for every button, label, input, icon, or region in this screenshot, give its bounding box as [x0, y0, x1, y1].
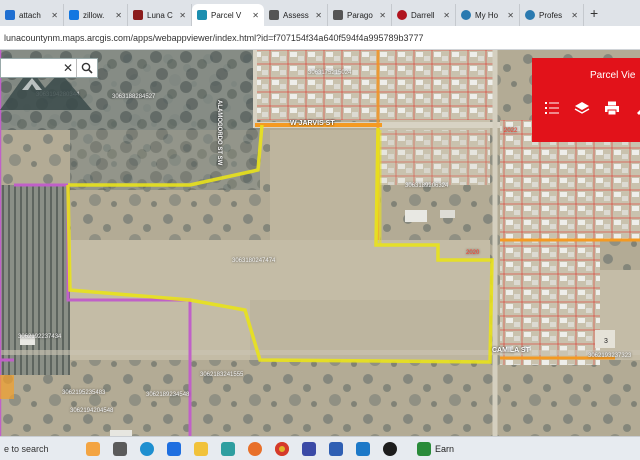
- street-label: ALAMOGORDO ST SW: [216, 100, 222, 166]
- browser-tab-bar: attach ✕ zillow. ✕ Luna C ✕ Parcel V ✕ Asses…: [0, 0, 640, 26]
- task-view-icon[interactable]: [113, 441, 127, 456]
- paragon-icon: [333, 10, 343, 20]
- search-icon: [81, 62, 93, 74]
- toolbar: [544, 100, 640, 116]
- taskbar-search[interactable]: e to search: [0, 444, 62, 454]
- earnings-app-icon[interactable]: [417, 441, 431, 456]
- close-icon[interactable]: ✕: [379, 11, 386, 20]
- parcel-label: 3062194204548: [70, 408, 114, 414]
- globe-icon: [269, 10, 279, 20]
- tab-luna-county[interactable]: Luna C ✕: [128, 4, 192, 26]
- parcel-label: 3063188284527: [112, 94, 156, 100]
- tab-darrell[interactable]: Darrell ✕: [392, 4, 456, 26]
- close-icon[interactable]: ✕: [315, 11, 322, 20]
- address-bar[interactable]: lunacountynm.maps.arcgis.com/apps/webapp…: [0, 26, 640, 50]
- tab-label: Assess: [283, 10, 309, 20]
- parcel-label: 3063189206324: [405, 183, 449, 189]
- building-icon[interactable]: [86, 441, 100, 456]
- close-icon[interactable]: ✕: [252, 11, 259, 20]
- map-search-box: ✕: [0, 58, 98, 78]
- print-icon[interactable]: [604, 100, 620, 116]
- lot-number: 2020: [466, 250, 480, 256]
- close-icon[interactable]: ✕: [115, 11, 122, 20]
- tab-attach[interactable]: attach ✕: [0, 4, 64, 26]
- wordpress-icon: [461, 10, 471, 20]
- darrell-icon: [397, 10, 407, 20]
- close-icon[interactable]: ✕: [179, 11, 186, 20]
- mail-icon[interactable]: [356, 441, 370, 456]
- file-explorer-icon[interactable]: [194, 441, 208, 456]
- firefox-icon[interactable]: [248, 441, 262, 456]
- street-label: CAMILA ST: [492, 347, 530, 354]
- lot-number: 2022: [504, 128, 518, 134]
- search-input[interactable]: ✕: [1, 59, 77, 77]
- outlook-icon: [5, 10, 15, 20]
- tab-label: Darrell: [411, 10, 435, 20]
- app-title: Parcel Vie: [590, 70, 636, 81]
- tab-professional[interactable]: Profes ✕: [520, 4, 584, 26]
- close-icon[interactable]: ✕: [507, 11, 514, 20]
- word-icon[interactable]: [329, 441, 343, 456]
- media-app-icon[interactable]: [302, 441, 316, 456]
- arcgis-icon: [197, 10, 207, 20]
- county-seal-icon: [133, 10, 143, 20]
- close-icon[interactable]: ✕: [571, 11, 578, 20]
- lot-number: 3: [604, 338, 608, 345]
- app-header-panel: Parcel Vie: [532, 58, 640, 142]
- tab-label: Parcel V: [211, 10, 242, 20]
- parcel-label: 3062192237434: [18, 334, 62, 340]
- wordpress-icon: [525, 10, 535, 20]
- parcel-label: 3063180247474: [232, 258, 276, 264]
- close-icon[interactable]: ✕: [51, 11, 58, 20]
- legend-icon[interactable]: [544, 100, 560, 116]
- taskbar-app-label[interactable]: Earn: [435, 444, 454, 454]
- draw-icon[interactable]: [634, 100, 640, 116]
- tab-label: My Ho: [475, 10, 499, 20]
- parcel-label: 3062195235483: [62, 390, 106, 396]
- help-icon[interactable]: [383, 441, 397, 456]
- tab-zillow[interactable]: zillow. ✕: [64, 4, 128, 26]
- clear-search-icon[interactable]: ✕: [63, 61, 73, 75]
- street-label: W JARVIS ST: [290, 120, 335, 127]
- close-icon[interactable]: ✕: [443, 11, 450, 20]
- new-tab-button[interactable]: +: [590, 5, 598, 21]
- tab-label: Parago: [347, 10, 373, 20]
- dropbox-icon[interactable]: [167, 441, 181, 456]
- parcel-label: 3062183241555: [200, 372, 244, 378]
- tab-my-home[interactable]: My Ho ✕: [456, 4, 520, 26]
- infinity-app-icon[interactable]: [221, 441, 235, 456]
- tab-label: zillow.: [83, 10, 105, 20]
- layers-icon[interactable]: [574, 100, 590, 116]
- windows-taskbar: e to search Earn: [0, 436, 640, 460]
- tab-label: Profes: [539, 10, 563, 20]
- tab-assessor[interactable]: Assess ✕: [264, 4, 328, 26]
- tab-label: attach: [19, 10, 41, 20]
- chrome-icon[interactable]: [275, 441, 289, 456]
- parcel-label: 3063175215024: [308, 70, 352, 76]
- parcel-label: 3062193237323: [588, 353, 632, 359]
- tab-paragon[interactable]: Parago ✕: [328, 4, 392, 26]
- zillow-icon: [69, 10, 79, 20]
- url-text: lunacountynm.maps.arcgis.com/apps/webapp…: [4, 32, 424, 43]
- edge-icon[interactable]: [140, 441, 154, 456]
- tab-parcel-viewer[interactable]: Parcel V ✕: [192, 4, 264, 26]
- parcel-label: 3062189234548: [146, 392, 190, 398]
- search-button[interactable]: [77, 59, 97, 77]
- tab-label: Luna C: [147, 10, 173, 20]
